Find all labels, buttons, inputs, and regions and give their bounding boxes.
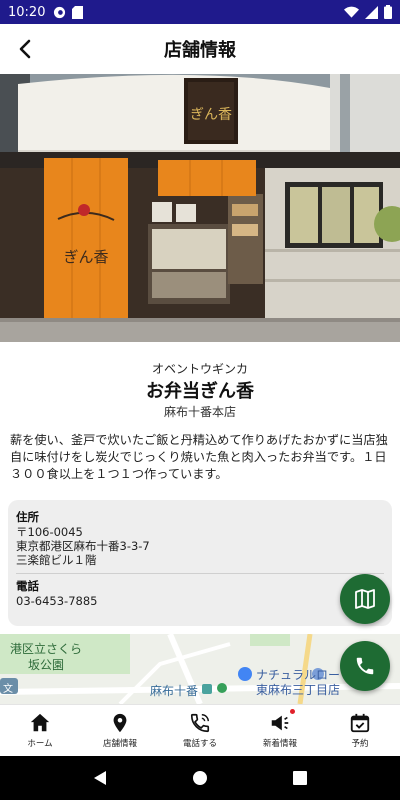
sign-text: ぎん香 (190, 107, 232, 123)
nav-call[interactable]: 電話する (160, 705, 240, 756)
map-label-school: 文 (3, 684, 13, 695)
map-label-station: 麻布十番 (150, 684, 199, 698)
system-home-button[interactable] (185, 763, 215, 793)
shop-branch: 麻布十番本店 (163, 405, 236, 419)
nav-reservation-label: 予約 (351, 739, 369, 749)
status-time: 10:20 (8, 4, 46, 20)
location-pin-icon (113, 713, 127, 733)
shop-photo: ぎん香 ぎん香 (0, 74, 400, 342)
info-divider (16, 573, 384, 574)
call-fab-button[interactable] (340, 641, 390, 691)
page-title: 店舗情報 (164, 40, 236, 61)
phone-number[interactable]: 03-6453-7885 (16, 594, 384, 608)
calendar-check-icon (350, 713, 370, 733)
home-icon (30, 713, 50, 732)
shop-name: お弁当ぎん香 (146, 381, 254, 402)
shop-name-kana: オベントウギンカ (151, 362, 248, 376)
signal-icon (365, 5, 378, 19)
sd-card-icon (72, 5, 84, 19)
noren-text: ぎん香 (63, 248, 108, 266)
phone-label: 電話 (16, 579, 39, 593)
phone-call-icon (190, 713, 210, 733)
system-back-button[interactable] (85, 763, 115, 793)
nav-home-label: ホーム (27, 739, 53, 749)
nav-call-label: 電話する (182, 739, 217, 749)
bottom-nav: ホーム 店舗情報 電話する 新着情報 予約 (0, 704, 400, 756)
address-line-2: 三楽館ビル１階 (16, 553, 97, 567)
status-bar: 10:20 (0, 0, 400, 24)
map-label-park-2: 坂公園 (28, 658, 65, 672)
chevron-left-icon (19, 39, 31, 59)
shop-description: 薪を使い、釜戸で炊いたご飯と丹精込めて作りあげたおかずに当店独自に味付けをし炭火… (10, 433, 388, 481)
map-fab-button[interactable] (340, 574, 390, 624)
system-recents-button[interactable] (285, 763, 315, 793)
news-notification-dot (290, 709, 295, 714)
back-button[interactable] (10, 34, 40, 64)
postal-code: 〒106-0045 (16, 525, 83, 539)
nav-shop-info[interactable]: 店舗情報 (80, 705, 160, 756)
nav-reservation[interactable]: 予約 (320, 705, 400, 756)
map-label-shop-2: 東麻布三丁目店 (256, 683, 341, 697)
system-nav-bar (0, 756, 400, 800)
nav-shop-info-label: 店舗情報 (102, 739, 137, 749)
square-recents-icon (293, 771, 307, 785)
nav-news-label: 新着情報 (262, 739, 297, 749)
info-card: 住所 〒106-0045 東京都港区麻布十番3-3-7 三楽館ビル１階 電話 0… (8, 500, 392, 626)
wifi-icon (344, 6, 359, 18)
megaphone-icon (271, 715, 289, 731)
nav-home[interactable]: ホーム (0, 705, 80, 756)
circle-home-icon (193, 771, 207, 785)
address-label: 住所 (16, 510, 39, 524)
battery-icon (384, 5, 392, 19)
map-label-park-1: 港区立さくら (10, 642, 83, 656)
phone-icon (356, 657, 374, 675)
triangle-back-icon (94, 771, 106, 785)
map-icon (355, 589, 375, 609)
notification-app-icon (54, 6, 66, 18)
nav-news[interactable]: 新着情報 (240, 705, 320, 756)
app-header: 店舗情報 (0, 24, 400, 74)
address-line-1: 東京都港区麻布十番3-3-7 (16, 539, 150, 553)
